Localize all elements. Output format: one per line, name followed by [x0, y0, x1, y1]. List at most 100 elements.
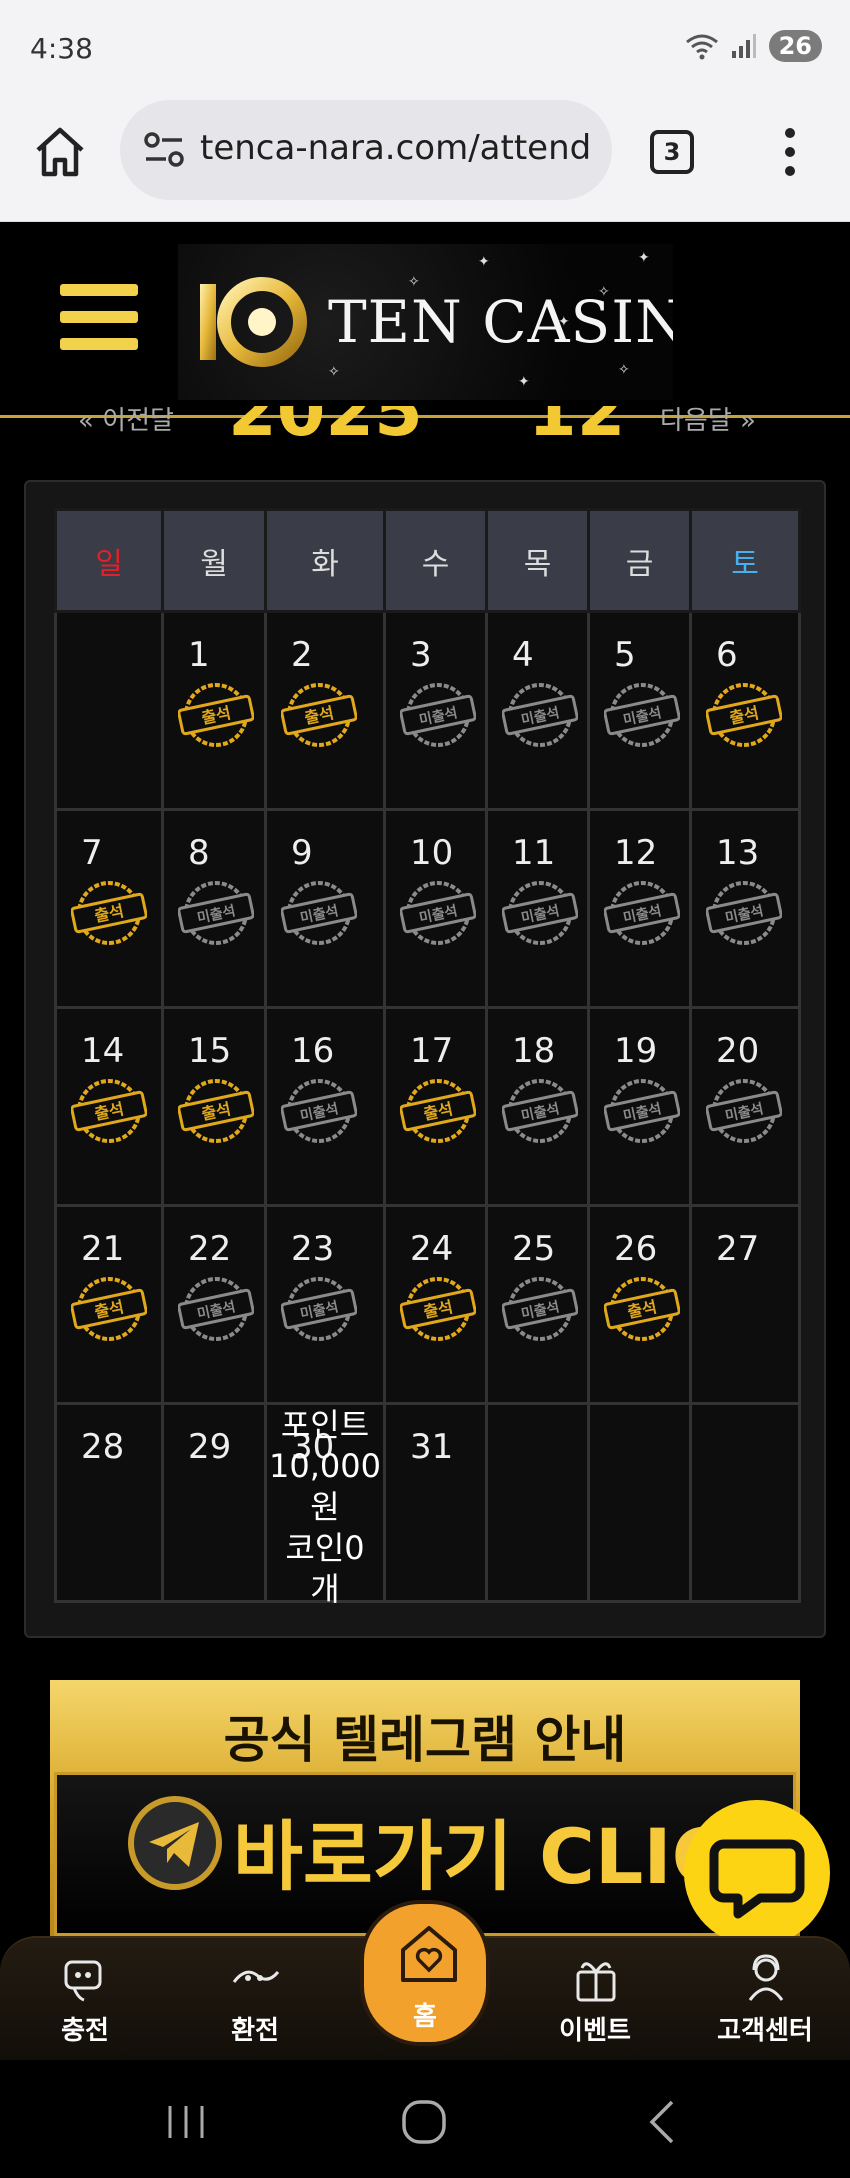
absent-stamp-icon: 미출석 — [502, 683, 578, 747]
calendar-day-cell: 2 출석 — [264, 610, 386, 811]
day-number: 7 — [81, 833, 103, 873]
day-number: 16 — [291, 1031, 335, 1071]
day-number: 27 — [716, 1229, 760, 1269]
hamburger-menu-icon[interactable] — [60, 284, 138, 350]
nav-exchange[interactable]: 환전 — [190, 1938, 320, 2062]
menu-dot-icon — [785, 128, 795, 138]
exchange-icon — [232, 1970, 280, 1983]
day-number: 5 — [614, 635, 636, 675]
address-bar[interactable]: tenca-nara.com/attend — [120, 100, 612, 200]
weekday-header: 월 — [161, 508, 267, 613]
day-number: 13 — [716, 833, 760, 873]
back-icon[interactable] — [636, 2094, 692, 2150]
absent-stamp-icon: 미출석 — [281, 881, 357, 945]
reward-summary: 포인트 10,000 원 코인0 개 — [267, 1405, 383, 1610]
site-logo[interactable]: ✦ ✧ ✦ ✧ ✦ ✧ ✧ ✦ TEN CASINO — [178, 244, 673, 400]
calendar-day-cell: 30 포인트 10,000 원 코인0 개 — [264, 1402, 386, 1608]
nav-home-button[interactable]: 홈 — [360, 1900, 490, 2046]
day-number: 3 — [410, 635, 432, 675]
browser-menu-button[interactable] — [770, 124, 810, 180]
calendar-week-row: 14 출석 15 출석 16 미출석 17 출석 18 미출석 19 미출석 20 미출석 — [54, 1006, 801, 1207]
nav-event[interactable]: 이벤트 — [530, 1938, 660, 2062]
menu-dot-icon — [785, 166, 795, 176]
site-info-icon[interactable] — [144, 132, 184, 168]
calendar-day-cell: 5 미출석 — [587, 610, 692, 811]
menu-dot-icon — [785, 147, 795, 157]
attendance-calendar-panel: 일 월 화 수 목 금 토 1 출석 2 출석 3 미출석 4 미출석 5 미출석 6 출석 7 출석 8 미… — [24, 480, 826, 1638]
site-header: ✦ ✧ ✦ ✧ ✦ ✧ ✧ ✦ TEN CASINO — [0, 222, 850, 418]
day-number: 4 — [512, 635, 534, 675]
absent-stamp-icon: 미출석 — [400, 683, 476, 747]
calendar-week-row: 1 출석 2 출석 3 미출석 4 미출석 5 미출석 6 출석 — [54, 610, 801, 811]
day-number: 28 — [81, 1427, 125, 1467]
charge-icon — [64, 1960, 102, 2002]
calendar-day-cell: 11 미출석 — [485, 808, 590, 1009]
gift-icon — [576, 1962, 616, 2002]
wifi-icon — [685, 34, 718, 60]
home-system-icon[interactable] — [396, 2094, 452, 2150]
day-number: 9 — [291, 833, 313, 873]
calendar-day-cell: 12 미출석 — [587, 808, 692, 1009]
calendar-day-cell: 16 미출석 — [264, 1006, 386, 1207]
next-month-link[interactable]: 다음달 » — [660, 406, 756, 436]
absent-stamp-icon: 미출석 — [604, 683, 680, 747]
weekday-header: 화 — [264, 508, 386, 613]
nav-label: 고객센터 — [717, 2016, 813, 2046]
attended-stamp-icon: 출석 — [178, 683, 254, 747]
calendar-day-cell: 21 출석 — [54, 1204, 164, 1405]
calendar-day-cell: 3 미출석 — [383, 610, 488, 811]
calendar-day-cell: 17 출석 — [383, 1006, 488, 1207]
weekday-header: 수 — [383, 508, 488, 613]
month-navigation: « 이전달 2025 12 다음달 » — [0, 406, 850, 436]
logo-text: TEN CASINO — [328, 288, 673, 356]
nav-charge[interactable]: 충전 — [20, 1938, 150, 2062]
attended-stamp-icon: 출석 — [400, 1277, 476, 1341]
calendar-day-cell: 26 출석 — [587, 1204, 692, 1405]
reward-line: 원 — [310, 1488, 340, 1526]
weekday-header: 일 — [54, 508, 164, 613]
nav-label: 충전 — [61, 2016, 109, 2046]
attended-stamp-icon: 출석 — [604, 1277, 680, 1341]
day-number: 1 — [188, 635, 210, 675]
calendar-day-cell: 24 출석 — [383, 1204, 488, 1405]
absent-stamp-icon: 미출석 — [604, 1079, 680, 1143]
day-number: 21 — [81, 1229, 125, 1269]
absent-stamp-icon: 미출석 — [706, 1079, 782, 1143]
day-number: 15 — [188, 1031, 232, 1071]
calendar-week-row: 7 출석 8 미출석 9 미출석 10 미출석 11 미출석 12 미출석 13 미출석 — [54, 808, 801, 1009]
attended-stamp-icon: 출석 — [281, 683, 357, 747]
weekday-header: 목 — [485, 508, 590, 613]
system-navigation-bar — [0, 2060, 850, 2178]
status-bar: 4:38 26 — [0, 0, 850, 100]
attended-stamp-icon: 출석 — [400, 1079, 476, 1143]
url-text[interactable]: tenca-nara.com/attend — [200, 128, 600, 168]
current-year: 2025 — [228, 406, 423, 436]
calendar-empty-cell — [485, 1402, 590, 1603]
absent-stamp-icon: 미출석 — [502, 1277, 578, 1341]
status-time: 4:38 — [30, 32, 93, 65]
absent-stamp-icon: 미출석 — [178, 1277, 254, 1341]
home-icon[interactable] — [32, 124, 88, 180]
calendar-day-cell: 29 — [161, 1402, 267, 1603]
recent-apps-icon[interactable] — [158, 2094, 214, 2150]
tab-switcher-button[interactable]: 3 — [650, 130, 694, 174]
day-number: 8 — [188, 833, 210, 873]
prev-month-link[interactable]: « 이전달 — [78, 406, 174, 436]
support-agent-icon — [748, 1954, 784, 2001]
weekday-header-row: 일 월 화 수 목 금 토 — [54, 508, 801, 613]
day-number: 22 — [188, 1229, 232, 1269]
absent-stamp-icon: 미출석 — [502, 1079, 578, 1143]
calendar-empty-cell — [587, 1402, 692, 1603]
calendar-week-row: 28 29 30 포인트 10,000 원 코인0 개 31 — [54, 1402, 801, 1608]
day-number: 14 — [81, 1031, 125, 1071]
day-number: 10 — [410, 833, 454, 873]
current-month: 12 — [528, 406, 625, 436]
nav-support[interactable]: 고객센터 — [700, 1938, 830, 2062]
nav-label: 홈 — [413, 2002, 437, 2032]
calendar-day-cell: 6 출석 — [689, 610, 801, 811]
calendar-day-cell: 28 — [54, 1402, 164, 1603]
chat-button[interactable] — [684, 1800, 830, 1946]
reward-line: 포인트 — [280, 1406, 370, 1444]
day-number: 18 — [512, 1031, 556, 1071]
day-number: 25 — [512, 1229, 556, 1269]
